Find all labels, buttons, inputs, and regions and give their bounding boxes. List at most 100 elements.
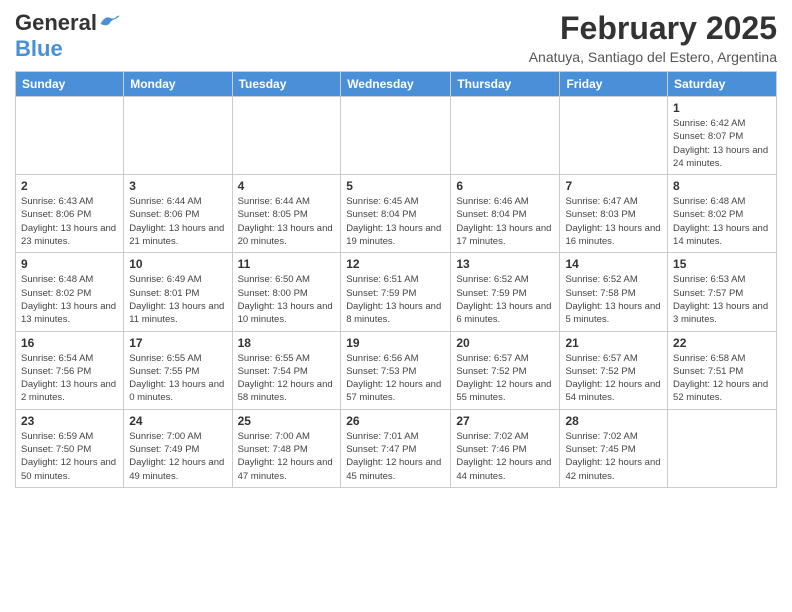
calendar-cell [560,97,668,175]
day-number: 23 [21,414,118,428]
day-info: Sunrise: 7:01 AM Sunset: 7:47 PM Dayligh… [346,430,445,483]
day-number: 16 [21,336,118,350]
logo-bird-icon [99,13,121,34]
weekday-header-sunday: Sunday [16,72,124,97]
calendar-cell: 27 Sunrise: 7:02 AM Sunset: 7:46 PM Dayli… [451,409,560,487]
day-number: 3 [129,179,226,193]
day-number: 26 [346,414,445,428]
calendar-cell: 15 Sunrise: 6:53 AM Sunset: 7:57 PM Dayli… [668,253,777,331]
weekday-header-saturday: Saturday [668,72,777,97]
calendar-cell: 28 Sunrise: 7:02 AM Sunset: 7:45 PM Dayli… [560,409,668,487]
calendar-cell: 20 Sunrise: 6:57 AM Sunset: 7:52 PM Dayli… [451,331,560,409]
day-info: Sunrise: 6:55 AM Sunset: 7:55 PM Dayligh… [129,352,226,405]
page-container: General Blue February 2025 Anatuya, Sant… [0,0,792,498]
day-number: 25 [238,414,336,428]
calendar-cell: 14Sunrise: 6:52 AM Sunset: 7:58 PM Dayli… [560,253,668,331]
calendar-cell [668,409,777,487]
day-number: 5 [346,179,445,193]
day-info: Sunrise: 6:48 AM Sunset: 8:02 PM Dayligh… [21,273,118,326]
day-number: 18 [238,336,336,350]
day-info: Sunrise: 6:51 AM Sunset: 7:59 PM Dayligh… [346,273,445,326]
calendar-cell [232,97,341,175]
calendar-cell: 7 Sunrise: 6:47 AM Sunset: 8:03 PM Daylig… [560,175,668,253]
calendar-cell: 25 Sunrise: 7:00 AM Sunset: 7:48 PM Dayli… [232,409,341,487]
day-info: Sunrise: 6:44 AM Sunset: 8:05 PM Dayligh… [238,195,336,248]
calendar-cell [451,97,560,175]
day-number: 6 [456,179,554,193]
day-number: 9 [21,257,118,271]
logo-general-text: General [15,10,97,36]
weekday-header-friday: Friday [560,72,668,97]
calendar-cell: 18 Sunrise: 6:55 AM Sunset: 7:54 PM Dayli… [232,331,341,409]
day-number: 4 [238,179,336,193]
day-info: Sunrise: 6:46 AM Sunset: 8:04 PM Dayligh… [456,195,554,248]
weekday-header-monday: Monday [124,72,232,97]
day-number: 27 [456,414,554,428]
calendar-cell: 26 Sunrise: 7:01 AM Sunset: 7:47 PM Dayli… [341,409,451,487]
calendar-week-3: 9 Sunrise: 6:48 AM Sunset: 8:02 PM Daylig… [16,253,777,331]
calendar-week-1: 1 Sunrise: 6:42 AM Sunset: 8:07 PM Daylig… [16,97,777,175]
day-info: Sunrise: 6:49 AM Sunset: 8:01 PM Dayligh… [129,273,226,326]
calendar-cell: 8 Sunrise: 6:48 AM Sunset: 8:02 PM Daylig… [668,175,777,253]
calendar-cell [124,97,232,175]
calendar-cell: 17Sunrise: 6:55 AM Sunset: 7:55 PM Dayli… [124,331,232,409]
day-info: Sunrise: 6:43 AM Sunset: 8:06 PM Dayligh… [21,195,118,248]
calendar-cell: 16 Sunrise: 6:54 AM Sunset: 7:56 PM Dayli… [16,331,124,409]
day-info: Sunrise: 6:52 AM Sunset: 7:59 PM Dayligh… [456,273,554,326]
calendar-cell: 19Sunrise: 6:56 AM Sunset: 7:53 PM Dayli… [341,331,451,409]
day-number: 11 [238,257,336,271]
day-number: 8 [673,179,771,193]
weekday-header-row: SundayMondayTuesdayWednesdayThursdayFrid… [16,72,777,97]
location-text: Anatuya, Santiago del Estero, Argentina [529,49,777,65]
calendar-cell: 22Sunrise: 6:58 AM Sunset: 7:51 PM Dayli… [668,331,777,409]
calendar-table: SundayMondayTuesdayWednesdayThursdayFrid… [15,71,777,488]
day-number: 12 [346,257,445,271]
day-number: 24 [129,414,226,428]
calendar-cell: 1 Sunrise: 6:42 AM Sunset: 8:07 PM Daylig… [668,97,777,175]
calendar-week-4: 16 Sunrise: 6:54 AM Sunset: 7:56 PM Dayli… [16,331,777,409]
day-info: Sunrise: 7:00 AM Sunset: 7:48 PM Dayligh… [238,430,336,483]
calendar-cell: 5Sunrise: 6:45 AM Sunset: 8:04 PM Daylig… [341,175,451,253]
day-info: Sunrise: 6:54 AM Sunset: 7:56 PM Dayligh… [21,352,118,405]
calendar-cell: 13 Sunrise: 6:52 AM Sunset: 7:59 PM Dayli… [451,253,560,331]
day-number: 1 [673,101,771,115]
day-info: Sunrise: 6:48 AM Sunset: 8:02 PM Dayligh… [673,195,771,248]
day-number: 15 [673,257,771,271]
day-info: Sunrise: 6:42 AM Sunset: 8:07 PM Dayligh… [673,117,771,170]
day-number: 20 [456,336,554,350]
day-info: Sunrise: 6:47 AM Sunset: 8:03 PM Dayligh… [565,195,662,248]
logo-blue-text: Blue [15,36,63,61]
day-number: 22 [673,336,771,350]
day-number: 21 [565,336,662,350]
day-number: 13 [456,257,554,271]
calendar-cell: 11 Sunrise: 6:50 AM Sunset: 8:00 PM Dayli… [232,253,341,331]
day-info: Sunrise: 6:53 AM Sunset: 7:57 PM Dayligh… [673,273,771,326]
day-info: Sunrise: 6:44 AM Sunset: 8:06 PM Dayligh… [129,195,226,248]
calendar-cell: 2 Sunrise: 6:43 AM Sunset: 8:06 PM Daylig… [16,175,124,253]
day-number: 28 [565,414,662,428]
day-info: Sunrise: 7:02 AM Sunset: 7:46 PM Dayligh… [456,430,554,483]
calendar-cell [341,97,451,175]
calendar-cell: 6 Sunrise: 6:46 AM Sunset: 8:04 PM Daylig… [451,175,560,253]
day-number: 19 [346,336,445,350]
calendar-cell: 3 Sunrise: 6:44 AM Sunset: 8:06 PM Daylig… [124,175,232,253]
calendar-cell: 9 Sunrise: 6:48 AM Sunset: 8:02 PM Daylig… [16,253,124,331]
calendar-cell: 24 Sunrise: 7:00 AM Sunset: 7:49 PM Dayli… [124,409,232,487]
title-block: February 2025 Anatuya, Santiago del Este… [529,10,777,65]
day-number: 10 [129,257,226,271]
day-number: 7 [565,179,662,193]
day-number: 2 [21,179,118,193]
calendar-cell: 21Sunrise: 6:57 AM Sunset: 7:52 PM Dayli… [560,331,668,409]
weekday-header-tuesday: Tuesday [232,72,341,97]
calendar-cell: 23 Sunrise: 6:59 AM Sunset: 7:50 PM Dayli… [16,409,124,487]
day-info: Sunrise: 6:50 AM Sunset: 8:00 PM Dayligh… [238,273,336,326]
day-info: Sunrise: 6:57 AM Sunset: 7:52 PM Dayligh… [456,352,554,405]
day-info: Sunrise: 7:00 AM Sunset: 7:49 PM Dayligh… [129,430,226,483]
logo: General Blue [15,10,121,62]
day-info: Sunrise: 6:55 AM Sunset: 7:54 PM Dayligh… [238,352,336,405]
calendar-week-2: 2 Sunrise: 6:43 AM Sunset: 8:06 PM Daylig… [16,175,777,253]
weekday-header-wednesday: Wednesday [341,72,451,97]
month-title: February 2025 [529,10,777,47]
day-info: Sunrise: 7:02 AM Sunset: 7:45 PM Dayligh… [565,430,662,483]
day-info: Sunrise: 6:59 AM Sunset: 7:50 PM Dayligh… [21,430,118,483]
